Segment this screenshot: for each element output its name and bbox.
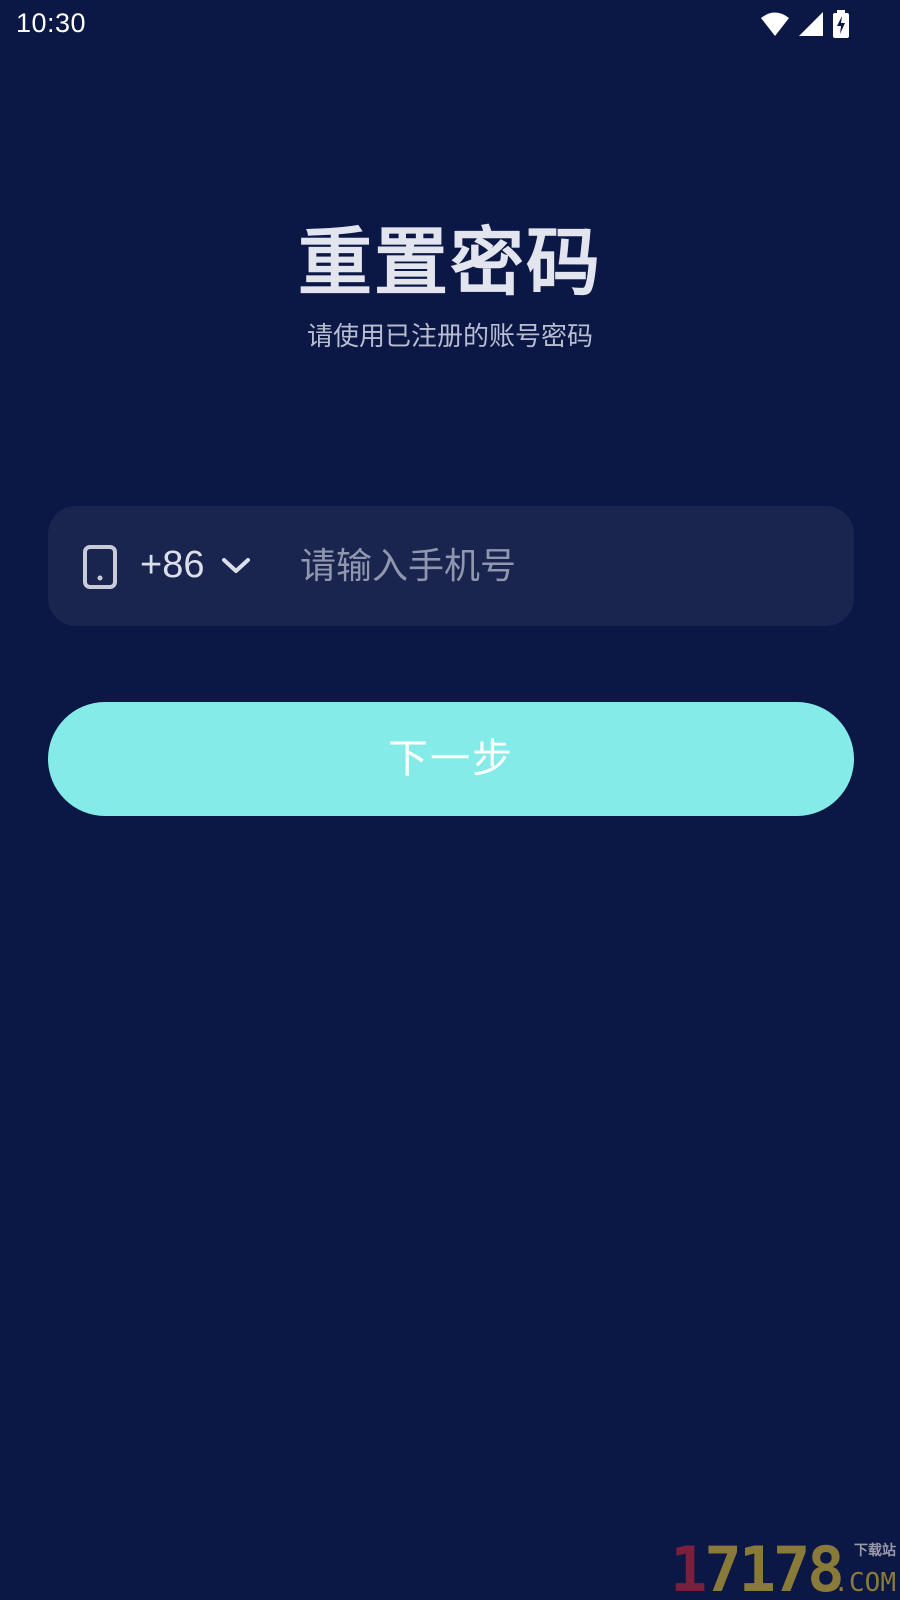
watermark-domain: .COM [833, 1568, 896, 1598]
watermark-site: 下载站 [854, 1543, 896, 1559]
wifi-icon [760, 10, 790, 38]
status-bar: 10:30 [0, 0, 900, 50]
country-code-selector[interactable]: +86 [140, 544, 204, 587]
page-title: 重置密码 [298, 220, 602, 306]
watermark-logo: 17178 下载站 .COM [670, 1533, 896, 1600]
status-icons [760, 9, 850, 39]
next-button[interactable]: 下一步 [48, 702, 854, 816]
battery-charging-icon [832, 10, 850, 38]
status-time: 10:30 [16, 8, 87, 38]
phone-input[interactable] [300, 534, 820, 598]
page-subtitle: 请使用已注册的账号密码 [306, 322, 593, 352]
phone-number-field: +86 [48, 506, 854, 626]
phone-icon [82, 545, 118, 589]
watermark-number: 17178 [670, 1533, 845, 1600]
chevron-down-icon[interactable] [220, 554, 252, 578]
cellular-signal-icon [798, 10, 824, 38]
